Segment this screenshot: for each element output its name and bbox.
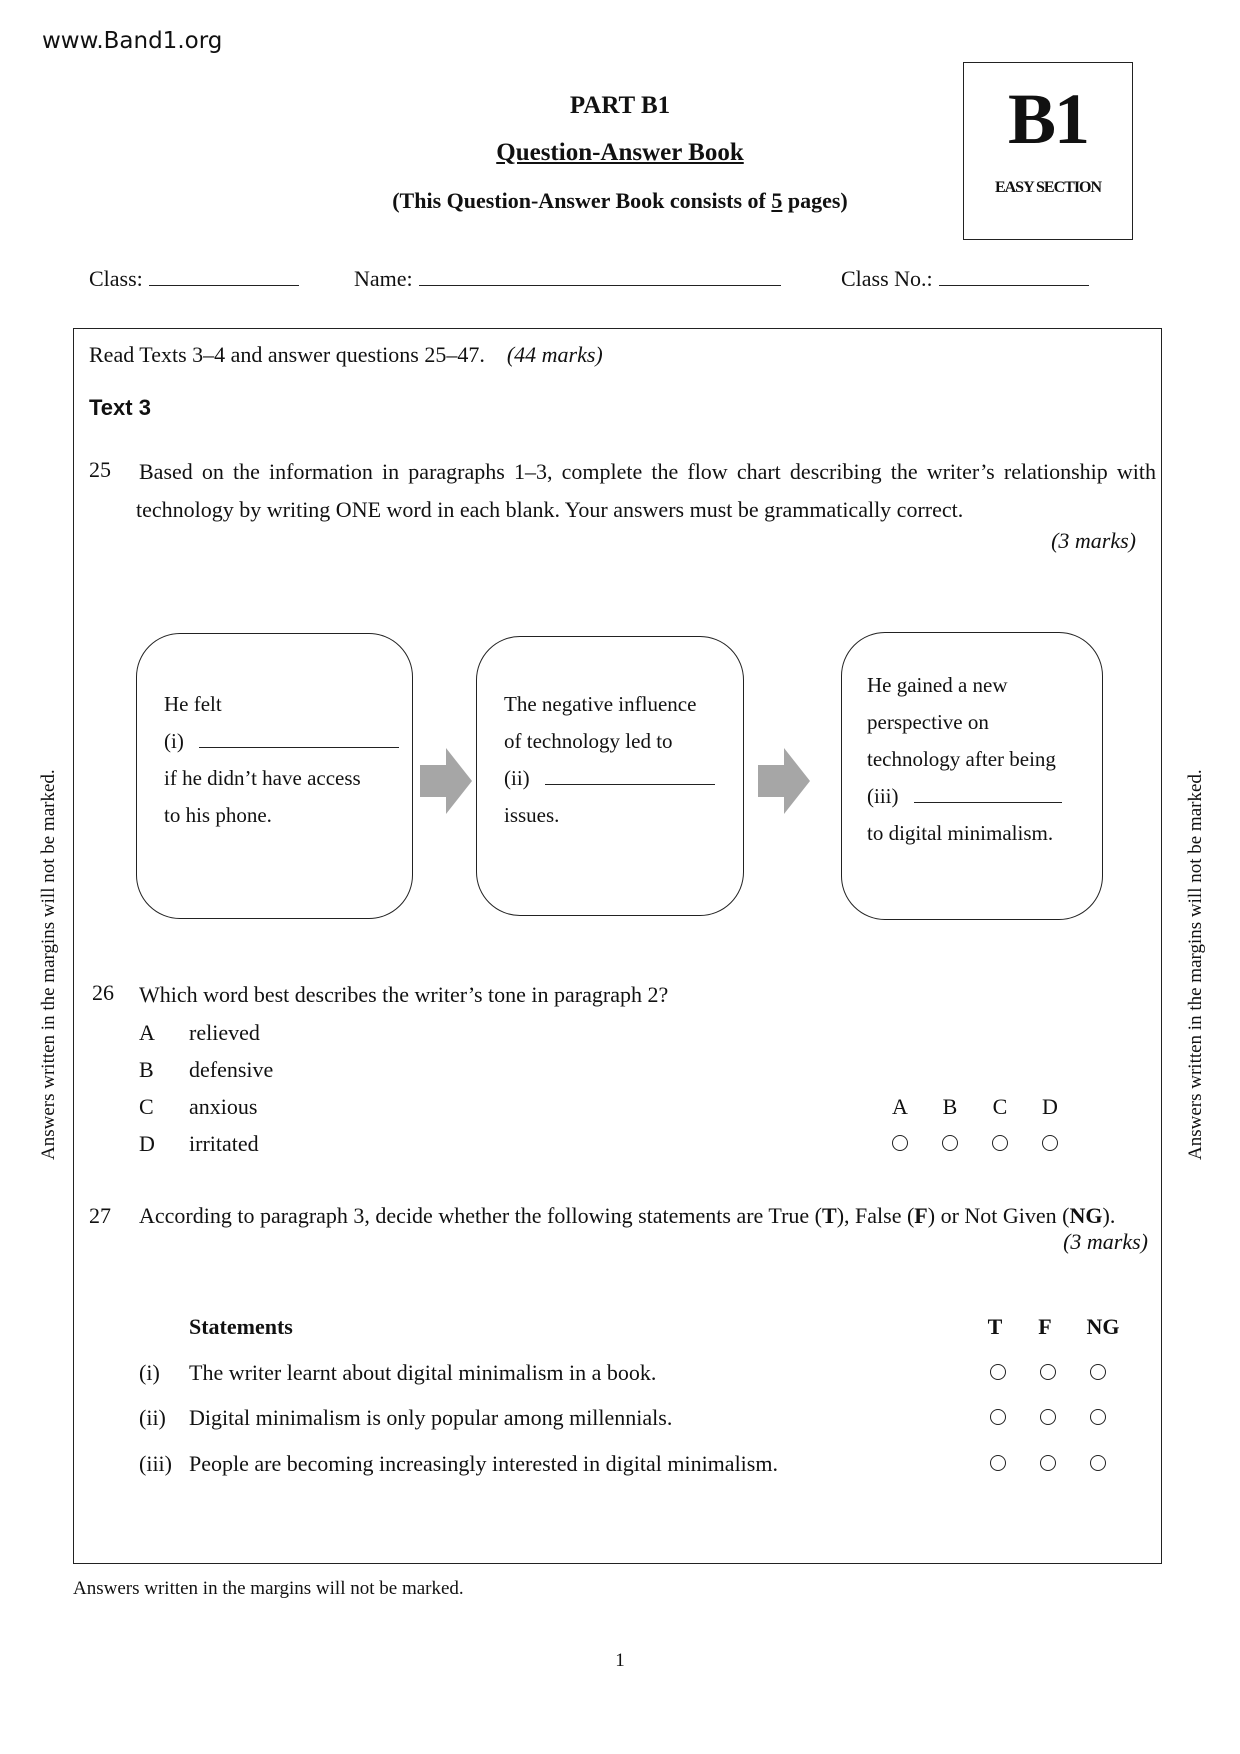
- section-label: EASY SECTION: [994, 179, 1102, 196]
- q27-text-bold: F: [914, 1203, 928, 1228]
- q26-text: Which word best describes the writer’s t…: [139, 982, 669, 1007]
- q27-i-bubble-t[interactable]: [990, 1364, 1006, 1380]
- q27-text-part: ), False (: [836, 1203, 915, 1228]
- col-true: T: [987, 1314, 1003, 1339]
- q27-ii-bubble-ng[interactable]: [1090, 1409, 1106, 1425]
- name-label: Name:: [354, 266, 413, 291]
- flow-box-3: He gained a new perspective on technolog…: [841, 632, 1103, 920]
- page-count-suffix: pages): [782, 188, 848, 213]
- q26-col-c: C: [992, 1094, 1008, 1119]
- q26-bubble-b[interactable]: [942, 1135, 958, 1151]
- q26-col-a: A: [892, 1094, 908, 1119]
- q27-ii-bubble-f[interactable]: [1040, 1409, 1056, 1425]
- page-count-prefix: (This Question-Answer Book consists of: [392, 188, 772, 213]
- q25-text: Based on the information in paragraphs 1…: [136, 459, 1156, 522]
- option-letter: C: [139, 1094, 154, 1119]
- q26-col-d: D: [1042, 1094, 1058, 1119]
- statement-number: (iii): [139, 1451, 172, 1476]
- flow-box-2: The negative influence of technology led…: [476, 636, 744, 916]
- q27-iii-bubble-ng[interactable]: [1090, 1455, 1106, 1471]
- section-code: B1: [1007, 79, 1090, 159]
- footer-note: Answers written in the margins will not …: [73, 1578, 464, 1599]
- q27-number: 27: [89, 1203, 111, 1228]
- option-text: relieved: [189, 1020, 260, 1045]
- flow-2-line: issues.: [504, 803, 560, 827]
- col-not-given: NG: [1086, 1314, 1120, 1339]
- class-no-label: Class No.:: [841, 266, 933, 291]
- q27-text-part: According to paragraph 3, decide whether…: [139, 1203, 823, 1228]
- flow-3-answer-input[interactable]: [913, 788, 1062, 803]
- flow-2-blank-label: (ii): [504, 766, 530, 790]
- flow-1-blank-row: (i): [164, 723, 400, 761]
- name-field: Name:: [354, 266, 781, 292]
- q27-ii-bubble-t[interactable]: [990, 1409, 1006, 1425]
- q26-bubble-d[interactable]: [1042, 1135, 1058, 1151]
- q26-number: 26: [92, 980, 114, 1005]
- q25-marks: (3 marks): [1051, 528, 1136, 553]
- flow-3-line: perspective on: [867, 710, 989, 734]
- q27-iii-bubble-f[interactable]: [1040, 1455, 1056, 1471]
- flow-3-line: to digital minimalism.: [867, 821, 1054, 845]
- section-title: Text 3: [89, 395, 151, 420]
- option-letter: A: [139, 1020, 155, 1045]
- flow-1-line: if he didn’t have access: [164, 766, 361, 790]
- page-count-value: 5: [771, 188, 783, 213]
- instructions-marks: (44 marks): [506, 342, 603, 367]
- flow-1-answer-input[interactable]: [199, 733, 400, 748]
- option-letter: D: [139, 1131, 155, 1156]
- section-badge: B1 EASY SECTION: [963, 62, 1133, 240]
- q27-marks: (3 marks): [1063, 1229, 1148, 1254]
- q25-number: 25: [89, 457, 111, 482]
- option-letter: B: [139, 1057, 154, 1082]
- statements-header: Statements: [189, 1314, 293, 1339]
- flow-box-1: He felt (i) if he didn’t have access to …: [136, 633, 413, 919]
- option-text: defensive: [189, 1057, 274, 1082]
- arrow-right-icon: [758, 748, 810, 814]
- q26-col-b: B: [942, 1094, 958, 1119]
- left-margin-note: Answers written in the margins will not …: [38, 769, 59, 1160]
- q27-text: According to paragraph 3, decide whether…: [139, 1203, 1152, 1229]
- q27-text-part: ) or Not Given (: [927, 1203, 1070, 1228]
- instructions: Read Texts 3–4 and answer questions 25–4…: [89, 342, 603, 368]
- statement-number: (ii): [139, 1405, 166, 1430]
- class-input[interactable]: [148, 267, 299, 286]
- name-input[interactable]: [418, 267, 781, 286]
- q27-iii-bubble-t[interactable]: [990, 1455, 1006, 1471]
- statement-text: The writer learnt about digital minimali…: [189, 1360, 657, 1385]
- site-url: www.Band1.org: [42, 28, 223, 54]
- flow-1-blank-label: (i): [164, 729, 184, 753]
- statement-number: (i): [139, 1360, 160, 1385]
- page-number: 1: [615, 1650, 625, 1671]
- q27-text-bold: T: [822, 1203, 837, 1228]
- flow-2-line: The negative influence: [504, 692, 697, 716]
- instructions-text: Read Texts 3–4 and answer questions 25–4…: [89, 342, 485, 367]
- q27-text-bold: NG: [1069, 1203, 1103, 1228]
- q27-text-part: ).: [1102, 1203, 1116, 1228]
- flow-2-line: of technology led to: [504, 729, 673, 753]
- col-false: F: [1038, 1314, 1052, 1339]
- flow-3-blank-label: (iii): [867, 784, 899, 808]
- arrow-right-icon: [420, 748, 472, 814]
- q26-bubble-a[interactable]: [892, 1135, 908, 1151]
- q27-i-bubble-ng[interactable]: [1090, 1364, 1106, 1380]
- option-text: irritated: [189, 1131, 259, 1156]
- option-text: anxious: [189, 1094, 258, 1119]
- q26-bubble-c[interactable]: [992, 1135, 1008, 1151]
- class-no-field: Class No.:: [841, 266, 1089, 292]
- flow-1-line: He felt: [164, 692, 222, 716]
- q27-i-bubble-f[interactable]: [1040, 1364, 1056, 1380]
- class-label: Class:: [89, 266, 143, 291]
- flow-3-line: He gained a new: [867, 673, 1008, 697]
- flow-3-blank-row: (iii): [867, 778, 1062, 816]
- flow-1-line: to his phone.: [164, 803, 272, 827]
- flow-2-answer-input[interactable]: [544, 770, 715, 785]
- class-no-input[interactable]: [938, 267, 1089, 286]
- flow-3-line: technology after being: [867, 747, 1056, 771]
- flow-2-blank-row: (ii): [504, 760, 715, 798]
- right-margin-note: Answers written in the margins will not …: [1185, 769, 1206, 1160]
- statement-text: People are becoming increasingly interes…: [189, 1451, 778, 1476]
- class-field: Class:: [89, 266, 299, 292]
- statement-text: Digital minimalism is only popular among…: [189, 1405, 673, 1430]
